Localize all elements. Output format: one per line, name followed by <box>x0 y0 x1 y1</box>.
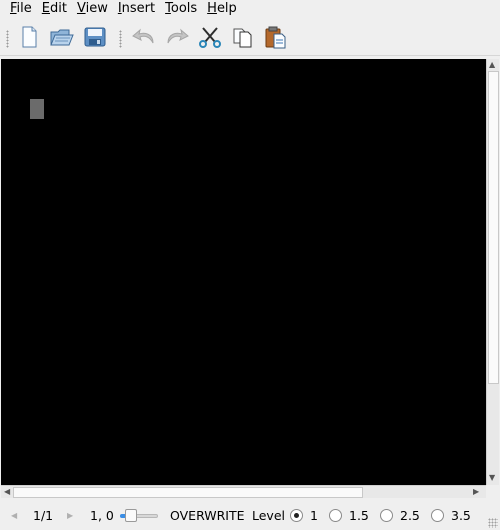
zoom-slider-handle[interactable] <box>125 509 137 522</box>
menu-view-label: iew <box>85 1 108 16</box>
menu-tools[interactable]: Tools <box>160 0 202 18</box>
undo-icon <box>132 28 154 44</box>
level-radio-1-label: 1 <box>310 508 318 523</box>
menu-view-mnemonic: V <box>76 1 86 16</box>
paste-button[interactable] <box>262 23 290 51</box>
level-radio-2-5[interactable] <box>380 509 393 522</box>
save-disk-icon <box>84 27 106 47</box>
toolbar-grip-handle[interactable] <box>119 30 122 48</box>
scroll-down-icon[interactable]: ▼ <box>489 474 495 482</box>
level-radio-3-5[interactable] <box>431 509 444 522</box>
level-radio-2-5-label: 2.5 <box>400 508 420 523</box>
page-indicator: 1/1 <box>33 508 54 523</box>
cut-scissors-icon <box>199 27 221 48</box>
text-editor-area[interactable] <box>1 59 486 485</box>
level-radio-1-5-label: 1.5 <box>349 508 369 523</box>
undo-button[interactable] <box>130 23 158 51</box>
menu-view[interactable]: View <box>72 0 113 18</box>
menu-tools-label: ools <box>170 1 198 16</box>
next-page-icon[interactable]: ▶ <box>67 511 73 520</box>
menu-help[interactable]: Help <box>202 0 242 18</box>
vertical-scrollbar[interactable]: ▲ ▼ <box>486 59 499 485</box>
menu-insert[interactable]: Insert <box>113 0 160 18</box>
copy-icon <box>233 28 252 48</box>
toolbar-grip-handle[interactable] <box>6 30 9 48</box>
toolbar <box>0 19 500 56</box>
save-button[interactable] <box>81 23 109 51</box>
redo-icon <box>167 28 189 44</box>
cursor-position: 1, 0 <box>90 508 114 523</box>
text-cursor <box>30 99 44 119</box>
level-radio-1-5[interactable] <box>329 509 342 522</box>
cut-button[interactable] <box>196 23 224 51</box>
paste-icon <box>265 26 286 49</box>
menu-edit-label: dit <box>50 1 67 16</box>
menu-help-mnemonic: H <box>207 1 217 16</box>
horizontal-scrollbar-thumb[interactable] <box>13 487 363 498</box>
level-radio-3-5-label: 3.5 <box>451 508 471 523</box>
menu-edit-mnemonic: E <box>41 1 50 16</box>
open-folder-icon <box>50 29 74 46</box>
menu-help-label: elp <box>216 1 237 16</box>
copy-button[interactable] <box>229 23 257 51</box>
menu-edit[interactable]: Edit <box>37 0 72 18</box>
new-document-button[interactable] <box>15 23 43 51</box>
menu-bar: File Edit View Insert Tools Help <box>0 0 500 18</box>
menu-file[interactable]: File <box>0 0 37 18</box>
window-resize-grip[interactable] <box>488 518 498 528</box>
level-label: Level <box>252 508 285 523</box>
menu-file-label: ile <box>16 1 32 16</box>
scroll-up-icon[interactable]: ▲ <box>489 61 495 69</box>
horizontal-scrollbar[interactable]: ◀ ▶ <box>1 485 486 498</box>
scroll-left-icon[interactable]: ◀ <box>4 488 10 496</box>
vertical-scrollbar-thumb[interactable] <box>488 71 499 384</box>
open-button[interactable] <box>48 23 76 51</box>
new-document-icon <box>22 26 37 48</box>
previous-page-icon[interactable]: ◀ <box>11 511 17 520</box>
status-bar: ◀ 1/1 ▶ 1, 0 OVERWRITE Level 1 1.5 2.5 3… <box>0 500 500 530</box>
menu-insert-label: nsert <box>121 1 156 16</box>
scroll-right-icon[interactable]: ▶ <box>473 488 479 496</box>
insert-mode-indicator[interactable]: OVERWRITE <box>170 508 245 523</box>
level-radio-1[interactable] <box>290 509 303 522</box>
scrollbar-corner <box>486 485 499 498</box>
redo-button[interactable] <box>163 23 191 51</box>
